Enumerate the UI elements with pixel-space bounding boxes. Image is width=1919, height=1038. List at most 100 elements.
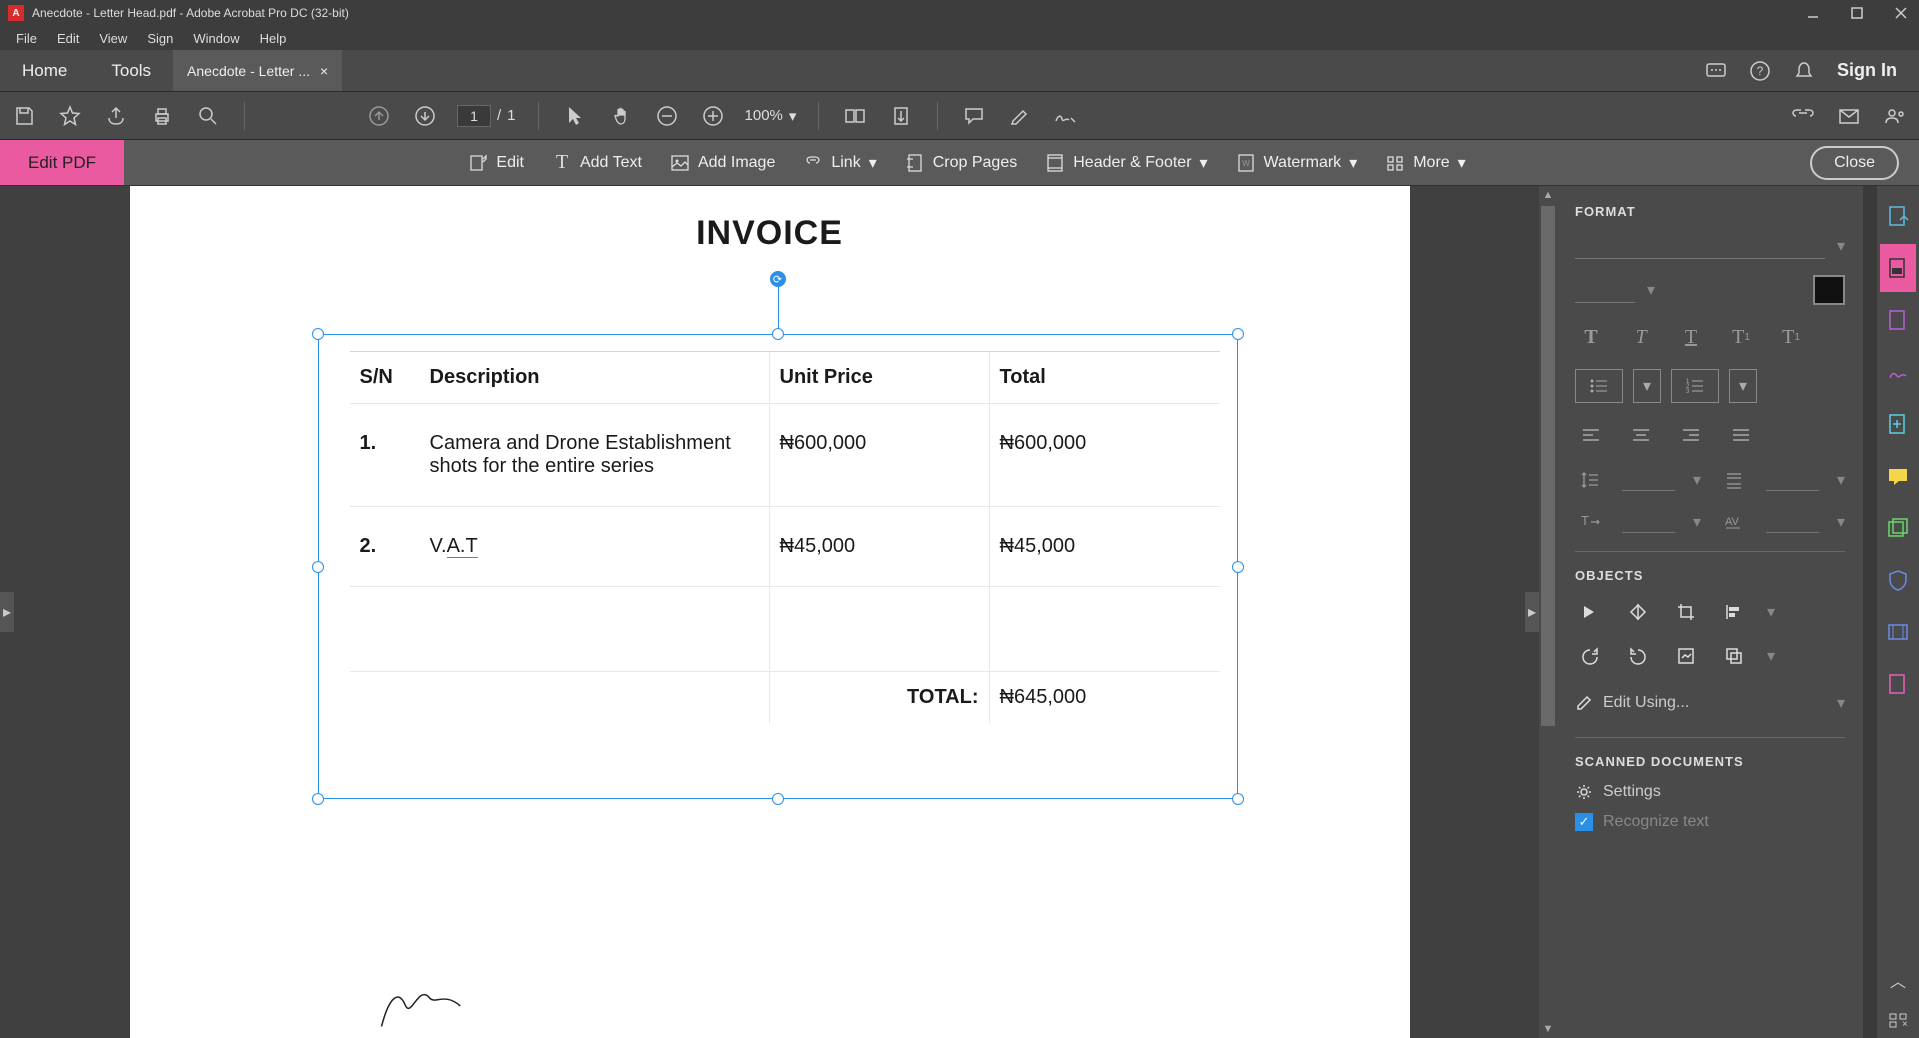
flip-vertical-button[interactable] (1575, 597, 1605, 627)
zoom-select[interactable]: 100%▾ (745, 107, 797, 125)
edit-tool[interactable]: Edit (468, 153, 524, 173)
maximize-button[interactable] (1847, 3, 1867, 23)
underline-button[interactable]: T (1675, 321, 1707, 353)
crop-object-button[interactable] (1671, 597, 1701, 627)
watermark-tool[interactable]: WWatermark▾ (1236, 153, 1358, 173)
people-icon[interactable] (1881, 102, 1909, 130)
align-justify-button[interactable] (1725, 419, 1757, 451)
rotate-ccw-button[interactable] (1575, 641, 1605, 671)
resize-handle-mr[interactable] (1232, 561, 1244, 573)
fit-width-icon[interactable] (841, 102, 869, 130)
edit-using-button[interactable]: Edit Using... ▾ (1575, 685, 1845, 721)
comment-icon[interactable] (960, 102, 988, 130)
subscript-button[interactable]: T1 (1775, 321, 1807, 353)
email-icon[interactable] (1835, 102, 1863, 130)
share-icon[interactable] (102, 102, 130, 130)
menu-file[interactable]: File (6, 27, 47, 50)
scroll-up-icon[interactable]: ▲ (1539, 186, 1557, 204)
scroll-down-icon[interactable]: ▼ (1539, 1020, 1557, 1038)
star-icon[interactable] (56, 102, 84, 130)
font-family-select[interactable] (1575, 233, 1825, 259)
redact-tool[interactable] (1880, 660, 1916, 708)
document-viewport[interactable]: ▸ INVOICE ⟳ S/N Description Unit Price (0, 186, 1539, 1038)
menu-sign[interactable]: Sign (137, 27, 183, 50)
replace-image-button[interactable] (1671, 641, 1701, 671)
paragraph-spacing-select[interactable] (1766, 469, 1819, 491)
save-icon[interactable] (10, 102, 38, 130)
zoom-in-icon[interactable] (699, 102, 727, 130)
link-share-icon[interactable] (1789, 102, 1817, 130)
organize-tool[interactable] (1880, 400, 1916, 448)
collapse-rail-button[interactable]: ︿ (1880, 962, 1916, 998)
create-pdf-tool[interactable] (1880, 192, 1916, 240)
search-icon[interactable] (194, 102, 222, 130)
menu-view[interactable]: View (89, 27, 137, 50)
print-icon[interactable] (148, 102, 176, 130)
resize-handle-br[interactable] (1232, 793, 1244, 805)
page-number-input[interactable] (457, 105, 491, 127)
number-list-dropdown[interactable]: ▾ (1729, 369, 1757, 403)
flip-horizontal-button[interactable] (1623, 597, 1653, 627)
settings-button[interactable]: Settings (1575, 783, 1845, 801)
align-center-button[interactable] (1625, 419, 1657, 451)
resize-handle-ml[interactable] (312, 561, 324, 573)
character-spacing-select[interactable] (1766, 511, 1819, 533)
hand-tool-icon[interactable] (607, 102, 635, 130)
edit-pdf-tool[interactable] (1880, 244, 1916, 292)
resize-handle-tr[interactable] (1232, 328, 1244, 340)
align-left-button[interactable] (1575, 419, 1607, 451)
protect-tool[interactable] (1880, 556, 1916, 604)
superscript-button[interactable]: T1 (1725, 321, 1757, 353)
menu-window[interactable]: Window (183, 27, 249, 50)
header-footer-tool[interactable]: Header & Footer▾ (1045, 153, 1207, 173)
highlight-icon[interactable] (1006, 102, 1034, 130)
export-pdf-tool[interactable] (1880, 296, 1916, 344)
scroll-thumb[interactable] (1541, 206, 1555, 726)
sign-in-button[interactable]: Sign In (1837, 60, 1897, 81)
bullet-list-dropdown[interactable]: ▾ (1633, 369, 1661, 403)
right-panel-toggle[interactable]: ▸ (1525, 592, 1539, 632)
bullet-list-button[interactable] (1575, 369, 1623, 403)
scroll-mode-icon[interactable] (887, 102, 915, 130)
combine-tool[interactable] (1880, 504, 1916, 552)
help-icon[interactable]: ? (1749, 60, 1771, 82)
next-page-icon[interactable] (411, 102, 439, 130)
resize-handle-bm[interactable] (772, 793, 784, 805)
close-tab-icon[interactable]: × (320, 63, 328, 79)
close-window-button[interactable] (1891, 3, 1911, 23)
number-list-button[interactable]: 123 (1671, 369, 1719, 403)
rotation-handle[interactable]: ⟳ (770, 271, 786, 287)
italic-button[interactable]: T (1625, 321, 1657, 353)
zoom-out-icon[interactable] (653, 102, 681, 130)
notifications-icon[interactable] (1793, 60, 1815, 82)
rotate-cw-button[interactable] (1623, 641, 1653, 671)
document-tab[interactable]: Anecdote - Letter ... × (173, 50, 342, 91)
align-objects-button[interactable] (1719, 597, 1749, 627)
minimize-button[interactable] (1803, 3, 1823, 23)
fill-sign-tool[interactable] (1880, 348, 1916, 396)
document-scrollbar[interactable]: ▲ ▼ (1539, 186, 1557, 1038)
menu-edit[interactable]: Edit (47, 27, 89, 50)
horizontal-scale-select[interactable] (1622, 511, 1675, 533)
arrange-button[interactable] (1719, 641, 1749, 671)
left-panel-toggle[interactable]: ▸ (0, 592, 14, 632)
menu-help[interactable]: Help (250, 27, 297, 50)
align-right-button[interactable] (1675, 419, 1707, 451)
home-tab[interactable]: Home (0, 50, 89, 91)
line-spacing-select[interactable] (1622, 469, 1675, 491)
selection-tool-icon[interactable] (561, 102, 589, 130)
resize-handle-tl[interactable] (312, 328, 324, 340)
bold-button[interactable]: T (1575, 321, 1607, 353)
color-swatch[interactable] (1813, 275, 1845, 305)
link-tool[interactable]: Link▾ (803, 153, 876, 173)
resize-handle-bl[interactable] (312, 793, 324, 805)
comment-tool[interactable] (1880, 452, 1916, 500)
sign-icon[interactable] (1052, 102, 1080, 130)
resize-handle-tm[interactable] (772, 328, 784, 340)
more-tool[interactable]: More▾ (1385, 153, 1465, 173)
crop-pages-tool[interactable]: Crop Pages (905, 153, 1018, 173)
rail-more-button[interactable]: × (1880, 1002, 1916, 1038)
tools-tab[interactable]: Tools (89, 50, 173, 91)
add-image-tool[interactable]: Add Image (670, 153, 775, 173)
chat-icon[interactable] (1705, 60, 1727, 82)
